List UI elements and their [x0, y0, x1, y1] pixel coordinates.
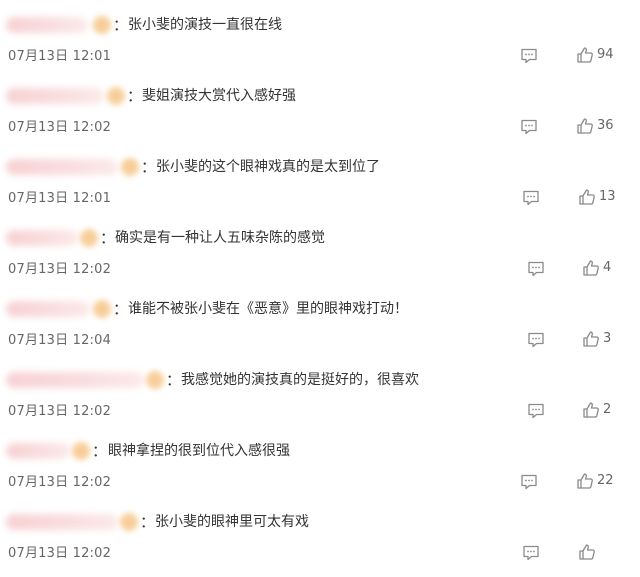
like-count: 13: [599, 189, 616, 204]
comment-timestamp: 07月13日 12:02: [8, 120, 112, 135]
comment-item: ：张小斐的眼神里可太有戏 07月13日 12:02: [0, 507, 640, 577]
user-badge-icon: [72, 442, 90, 460]
comment-bubble-icon[interactable]: [522, 544, 540, 562]
comment-item: ：张小斐的演技一直很在线 07月13日 12:01 94: [0, 10, 640, 80]
username-blurred[interactable]: [6, 301, 90, 317]
comment-timestamp: 07月13日 12:04: [8, 333, 112, 348]
comment-item: ：确实是有一种让人五味杂陈的感觉 07月13日 12:02 4: [0, 223, 640, 293]
comment-separator: ：: [127, 87, 143, 105]
like-count: 36: [597, 118, 614, 133]
comment-timestamp: 07月13日 12:02: [8, 475, 112, 490]
thumbs-up-icon[interactable]: [578, 188, 596, 206]
username-blurred[interactable]: [6, 159, 118, 175]
username-blurred[interactable]: [6, 230, 78, 246]
comment-bubble-icon[interactable]: [520, 47, 538, 65]
comment-item: ：斐姐演技大赏代入感好强 07月13日 12:02 36: [0, 81, 640, 151]
comment-bubble-icon[interactable]: [520, 473, 538, 491]
comment-text: 张小斐的演技一直很在线: [128, 17, 282, 33]
comment-timestamp: 07月13日 12:01: [8, 49, 112, 64]
comment-timestamp: 07月13日 12:02: [8, 262, 112, 277]
comment-bubble-icon[interactable]: [520, 118, 538, 136]
comment-item: ：我感觉她的演技真的是挺好的，很喜欢 07月13日 12:02 2: [0, 365, 640, 435]
comment-bubble-icon[interactable]: [527, 331, 545, 349]
username-blurred[interactable]: [6, 443, 70, 459]
thumbs-up-icon[interactable]: [582, 259, 600, 277]
thumbs-up-icon[interactable]: [576, 472, 594, 490]
comment-timestamp: 07月13日 12:02: [8, 404, 112, 419]
thumbs-up-icon[interactable]: [576, 117, 594, 135]
comment-separator: ：: [166, 371, 182, 389]
comment-timestamp: 07月13日 12:01: [8, 191, 112, 206]
comment-separator: ：: [140, 513, 156, 531]
comment-separator: ：: [100, 229, 116, 247]
thumbs-up-icon[interactable]: [578, 543, 596, 561]
comment-item: ：眼神拿捏的很到位代入感很强 07月13日 12:02 22: [0, 436, 640, 506]
thumbs-up-icon[interactable]: [582, 330, 600, 348]
thumbs-up-icon[interactable]: [576, 46, 594, 64]
comment-bubble-icon[interactable]: [527, 402, 545, 420]
comment-list: ：张小斐的演技一直很在线 07月13日 12:01 94：斐姐演技大赏代入感好强 07…: [0, 0, 640, 561]
username-blurred[interactable]: [6, 372, 144, 388]
like-count: 94: [597, 47, 614, 62]
comment-item: ：张小斐的这个眼神戏真的是太到位了 07月13日 12:01 13: [0, 152, 640, 222]
thumbs-up-icon[interactable]: [582, 401, 600, 419]
user-badge-icon: [121, 158, 139, 176]
like-count: 4: [603, 260, 612, 275]
username-blurred[interactable]: [6, 514, 118, 530]
username-blurred[interactable]: [6, 17, 88, 33]
comment-text: 确实是有一种让人五味杂陈的感觉: [115, 230, 325, 246]
user-badge-icon: [80, 229, 98, 247]
like-count: 22: [597, 473, 614, 488]
comment-separator: ：: [113, 16, 129, 34]
comment-separator: ：: [113, 300, 129, 318]
comment-timestamp: 07月13日 12:02: [8, 546, 112, 561]
comment-text: 张小斐的眼神里可太有戏: [155, 514, 309, 530]
comment-bubble-icon[interactable]: [527, 260, 545, 278]
like-count: 2: [603, 402, 612, 417]
user-badge-icon: [107, 87, 125, 105]
like-count: 3: [603, 331, 612, 346]
user-badge-icon: [93, 300, 111, 318]
comment-separator: ：: [92, 442, 108, 460]
comment-text: 眼神拿捏的很到位代入感很强: [108, 443, 290, 459]
comment-text: 我感觉她的演技真的是挺好的，很喜欢: [181, 372, 419, 388]
comment-text: 斐姐演技大赏代入感好强: [142, 88, 296, 104]
user-badge-icon: [93, 16, 111, 34]
user-badge-icon: [120, 513, 138, 531]
comment-bubble-icon[interactable]: [522, 189, 540, 207]
comment-separator: ：: [141, 158, 157, 176]
comment-item: ：谁能不被张小斐在《恶意》里的眼神戏打动！ 07月13日 12:04 3: [0, 294, 640, 364]
comment-text: 谁能不被张小斐在《恶意》里的眼神戏打动！: [128, 301, 408, 317]
username-blurred[interactable]: [6, 88, 104, 104]
user-badge-icon: [146, 371, 164, 389]
comment-text: 张小斐的这个眼神戏真的是太到位了: [156, 159, 380, 175]
